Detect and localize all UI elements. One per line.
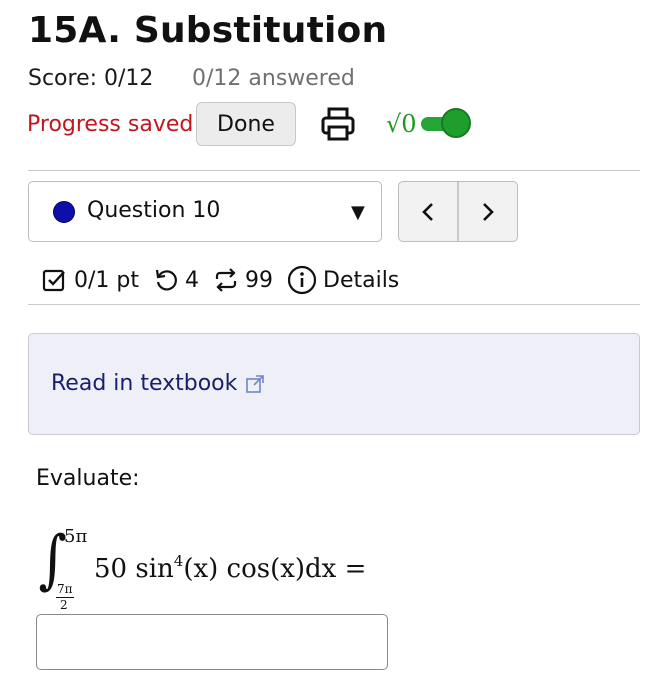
integral-lower-denominator: 2 [60, 598, 68, 612]
attempts-count: 99 [245, 267, 273, 293]
retries-count: 4 [185, 267, 199, 293]
retry-icon [153, 267, 179, 293]
details-link[interactable]: Details [323, 268, 399, 293]
divider [28, 170, 640, 171]
sqrt-icon: √0 [386, 110, 417, 138]
integrand-coefficient: 50 sin [94, 554, 174, 584]
question-select-label: Question 10 [87, 198, 221, 223]
external-link-icon [246, 374, 265, 393]
answered-count: 0/12 answered [192, 66, 355, 91]
page-title: 15A. Substitution [28, 10, 388, 51]
score-text: Score: 0/12 [28, 66, 154, 91]
caret-down-icon: ▼ [351, 202, 365, 223]
divider [28, 304, 640, 305]
repeat-icon [213, 267, 239, 293]
read-in-textbook-link[interactable]: Read in textbook [51, 371, 265, 396]
textbook-link-label: Read in textbook [51, 371, 238, 396]
integral-expression: ∫ 5π 7π 2 50 sin4(x) cos(x)dx = [36, 526, 456, 616]
chevron-right-icon [483, 202, 494, 221]
question-status-dot [53, 201, 75, 223]
info-icon[interactable] [287, 265, 317, 295]
integral-upper-limit: 5π [64, 526, 88, 547]
question-prompt: Evaluate: [36, 466, 140, 491]
progress-status: Progress saved [27, 112, 194, 137]
textbook-panel: Read in textbook [28, 333, 640, 435]
points-text: 0/1 pt [74, 267, 139, 293]
toggle-switch[interactable] [420, 108, 471, 138]
next-question-button[interactable] [459, 182, 517, 241]
question-meta: 0/1 pt 4 99 Details [42, 260, 399, 300]
done-button[interactable]: Done [196, 102, 296, 146]
question-nav [398, 181, 518, 242]
question-select[interactable]: Question 10 ▼ [28, 181, 382, 242]
previous-question-button[interactable] [399, 182, 459, 241]
integral-lower-numerator: 7π [57, 582, 73, 596]
print-icon[interactable] [320, 104, 356, 144]
integrand-rest: (x) cos(x)dx = [183, 554, 367, 584]
integrand: 50 sin4(x) cos(x)dx = [94, 552, 366, 584]
integrand-power: 4 [173, 552, 184, 570]
math-entry-toggle[interactable]: √0 [386, 106, 471, 142]
checkbox-icon [42, 267, 68, 293]
answer-input[interactable] [36, 614, 388, 670]
chevron-left-icon [422, 202, 433, 221]
